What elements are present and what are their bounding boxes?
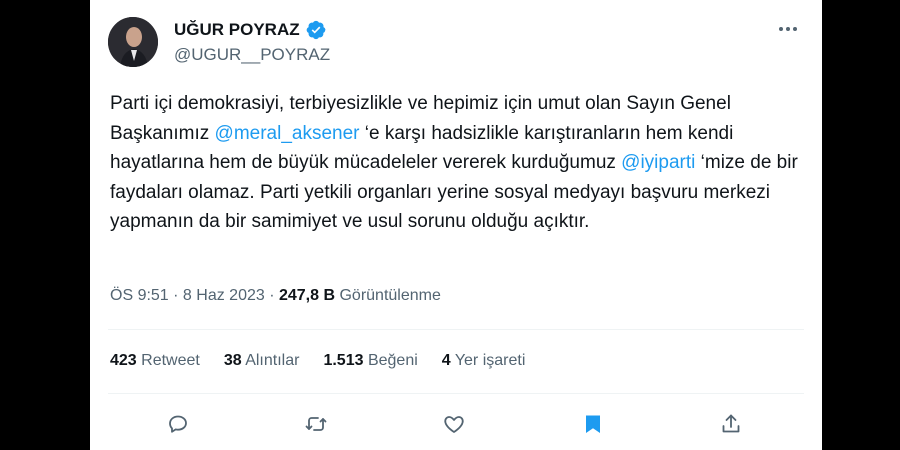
share-icon[interactable] — [713, 406, 749, 442]
tweet-text: Parti içi demokrasiyi, terbiyesizlikle v… — [110, 89, 806, 237]
quotes-label: Alıntılar — [241, 352, 300, 369]
divider — [108, 393, 804, 394]
tweet-stats: 423 Retweet 38 Alıntılar 1.513 Beğeni 4 … — [110, 352, 549, 370]
avatar[interactable] — [108, 17, 158, 67]
retweet-icon[interactable] — [298, 406, 334, 442]
likes-stat[interactable]: 1.513 Beğeni — [323, 352, 417, 370]
meta-separator: · — [264, 287, 279, 304]
views-count: 247,8 B — [278, 287, 336, 304]
bookmarks-count: 4 — [441, 352, 451, 369]
meta-separator: · — [168, 287, 183, 304]
likes-label: Beğeni — [363, 352, 418, 369]
likes-count: 1.513 — [323, 352, 364, 369]
quotes-stat[interactable]: 38 Alıntılar — [224, 352, 300, 370]
mention-link[interactable]: @meral_aksener — [215, 123, 360, 144]
retweets-stat[interactable]: 423 Retweet — [110, 352, 200, 370]
reply-icon[interactable] — [160, 406, 196, 442]
views-label: Görüntülenme — [335, 287, 441, 304]
avatar-photo — [108, 17, 158, 67]
author-name[interactable]: UĞUR POYRAZ — [174, 20, 326, 40]
tweet-time[interactable]: ÖS 9:51 — [110, 287, 169, 304]
retweets-count: 423 — [110, 352, 137, 369]
verified-badge-icon — [306, 20, 326, 40]
quotes-count: 38 — [223, 352, 242, 369]
tweet-card: UĞUR POYRAZ @UGUR__POYRAZ Parti içi demo… — [90, 0, 822, 450]
tweet-meta: ÖS 9:51 · 8 Haz 2023 · 247,8 B Görüntüle… — [110, 287, 441, 305]
action-bar — [90, 406, 822, 442]
tweet-date[interactable]: 8 Haz 2023 — [183, 287, 265, 304]
mention-link[interactable]: @iyiparti — [621, 152, 695, 173]
bookmarks-stat[interactable]: 4 Yer işareti — [442, 352, 526, 370]
bookmark-icon[interactable] — [575, 406, 611, 442]
bookmarks-label: Yer işareti — [450, 352, 526, 369]
author-name-text: UĞUR POYRAZ — [174, 20, 300, 39]
like-icon[interactable] — [436, 406, 472, 442]
more-icon[interactable] — [778, 19, 798, 42]
author-handle[interactable]: @UGUR__POYRAZ — [174, 45, 330, 65]
divider — [108, 329, 804, 330]
retweets-label: Retweet — [136, 352, 200, 369]
